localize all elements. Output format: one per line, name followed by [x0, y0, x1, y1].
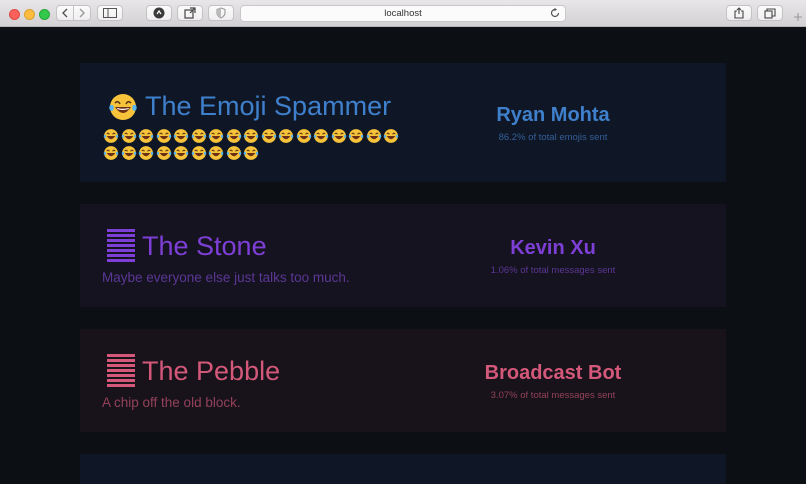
award-card-next — [80, 454, 726, 484]
url-text: localhost — [384, 8, 422, 19]
laughing-tears-emoji-icon — [313, 129, 329, 143]
winner-name: Kevin Xu — [510, 237, 596, 259]
laughing-tears-emoji-icon — [243, 146, 259, 160]
laughing-tears-emoji-icon — [208, 129, 224, 143]
laughing-tears-emoji-icon — [173, 146, 189, 160]
chevron-left-icon — [62, 8, 68, 18]
minimize-window-button[interactable] — [24, 9, 35, 20]
award-card-the-pebble: The Pebble A chip off the old block. Bro… — [80, 329, 726, 432]
privacy-button[interactable] — [208, 5, 234, 21]
laughing-tears-emoji-icon — [191, 146, 206, 160]
award-card-the-stone: The Stone Maybe everyone else just talks… — [80, 204, 726, 307]
laughing-tears-emoji-icon — [109, 94, 137, 120]
laughing-tears-emoji-icon — [331, 129, 346, 143]
share-extension-button[interactable] — [177, 5, 203, 21]
chevron-right-icon — [79, 8, 85, 18]
laughing-tears-emoji-icon — [261, 129, 276, 143]
sidebar-icon — [103, 8, 117, 18]
award-subtitle: A chip off the old block. — [102, 395, 241, 410]
zoom-window-button[interactable] — [39, 9, 50, 20]
laughing-tears-emoji-icon — [138, 146, 154, 160]
laughing-tears-emoji-icon — [278, 129, 294, 143]
reload-icon[interactable] — [549, 7, 561, 19]
laughing-tears-emoji-icon — [156, 129, 171, 143]
tabs-icon — [764, 7, 776, 19]
award-card-emoji-spammer: The Emoji Spammer Ryan Mohta 86.2% of to… — [80, 63, 726, 182]
award-title: The Stone — [142, 231, 267, 261]
laughing-tears-emoji-icon — [348, 129, 364, 143]
close-window-button[interactable] — [9, 9, 20, 20]
laughing-tears-emoji-icon — [208, 146, 224, 160]
laughing-tears-emoji-icon — [296, 129, 311, 143]
award-title: The Pebble — [142, 356, 281, 386]
winner-stat: 86.2% of total emojis sent — [498, 132, 608, 143]
new-tab-button[interactable] — [790, 0, 806, 27]
winner-name: Broadcast Bot — [484, 362, 622, 384]
extension-icon — [153, 7, 165, 19]
address-bar[interactable]: localhost — [240, 5, 566, 22]
laughing-tears-emoji-icon — [366, 129, 381, 143]
laughing-tears-emoji-icon — [121, 129, 136, 143]
laughing-tears-emoji-icon — [243, 129, 259, 143]
browser-toolbar: localhost — [0, 0, 806, 27]
emoji-row — [103, 128, 401, 144]
laughing-tears-emoji-icon — [138, 129, 154, 143]
stacked-bars-icon — [107, 354, 135, 387]
stacked-bars-icon — [107, 229, 135, 262]
award-title: The Emoji Spammer — [145, 91, 392, 121]
forward-button[interactable] — [73, 5, 91, 21]
laughing-tears-emoji-icon — [103, 129, 119, 143]
laughing-tears-emoji-icon — [226, 146, 241, 160]
award-subtitle: Maybe everyone else just talks too much. — [102, 270, 350, 285]
emoji-row — [103, 145, 261, 161]
tabs-overview-button[interactable] — [757, 5, 783, 21]
laughing-tears-emoji-icon — [383, 129, 399, 143]
laughing-tears-emoji-icon — [121, 146, 136, 160]
laughing-tears-emoji-icon — [156, 146, 171, 160]
shield-icon — [216, 7, 226, 19]
laughing-tears-emoji-icon — [103, 146, 119, 160]
laughing-tears-emoji-icon — [226, 129, 241, 143]
share-icon — [734, 7, 744, 19]
laughing-tears-emoji-icon — [191, 129, 206, 143]
winner-stat: 3.07% of total messages sent — [490, 390, 616, 401]
sidebar-button[interactable] — [97, 5, 123, 21]
plus-icon — [794, 13, 802, 21]
extension-button[interactable] — [146, 5, 172, 21]
share-button[interactable] — [726, 5, 752, 21]
laughing-tears-emoji-icon — [173, 129, 189, 143]
winner-name: Ryan Mohta — [496, 104, 610, 126]
back-button[interactable] — [56, 5, 74, 21]
winner-stat: 1.06% of total messages sent — [490, 265, 616, 276]
external-link-icon — [184, 7, 196, 19]
